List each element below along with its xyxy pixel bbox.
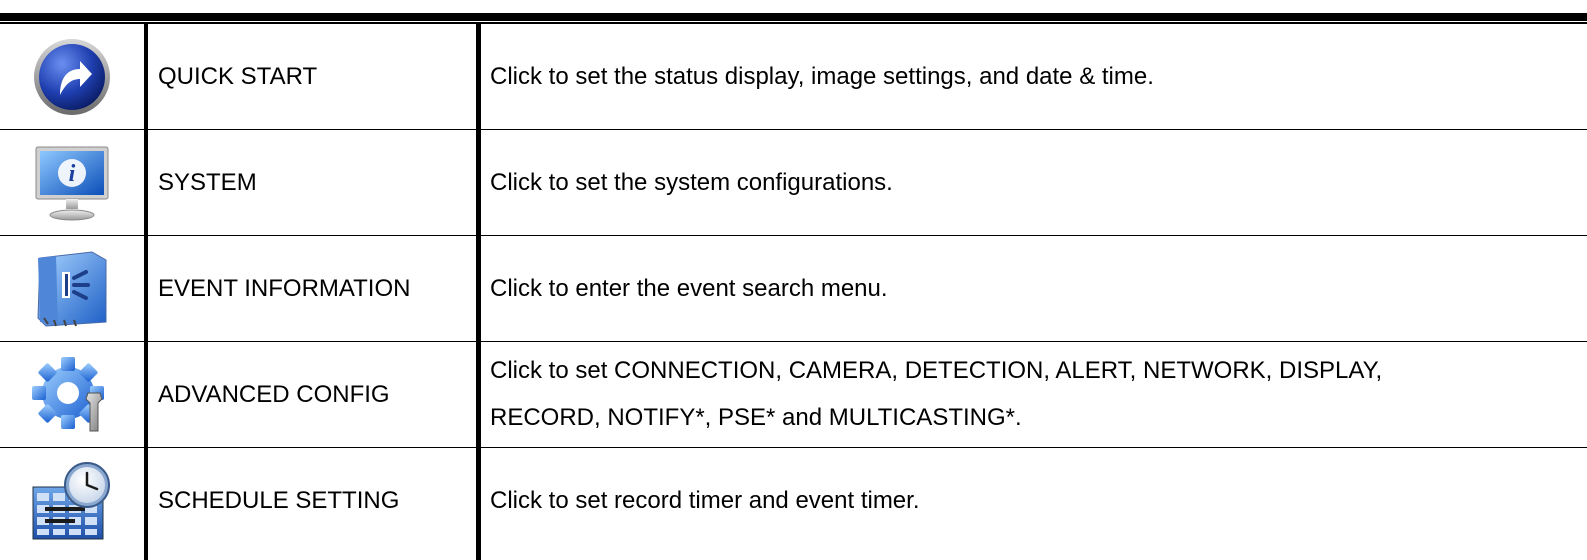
row-name: SCHEDULE SETTING	[158, 486, 400, 514]
svg-text:i: i	[69, 161, 76, 187]
event-information-icon	[0, 236, 144, 341]
row-name: QUICK START	[158, 62, 318, 90]
row-name: EVENT INFORMATION	[158, 274, 411, 302]
column-divider	[476, 22, 481, 560]
top-rule	[0, 13, 1587, 21]
advanced-config-icon	[0, 342, 144, 447]
system-info-icon: i	[0, 130, 144, 235]
row-description: Click to set CONNECTION, CAMERA, DETECTI…	[490, 347, 1382, 441]
row-name: SYSTEM	[158, 168, 257, 196]
row-description-line: RECORD, NOTIFY*, PSE* and MULTICASTING*.	[490, 404, 1022, 431]
row-description: Click to set the status display, image s…	[490, 63, 1154, 90]
row-description: Click to enter the event search menu.	[490, 275, 888, 302]
quick-start-icon	[0, 24, 144, 129]
schedule-setting-icon	[0, 448, 144, 553]
row-description: Click to set record timer and event time…	[490, 487, 920, 514]
row-description-line: Click to set CONNECTION, CAMERA, DETECTI…	[490, 357, 1383, 384]
row-description: Click to set the system configurations.	[490, 169, 893, 196]
column-divider	[144, 22, 148, 560]
row-name: ADVANCED CONFIG	[158, 380, 390, 408]
